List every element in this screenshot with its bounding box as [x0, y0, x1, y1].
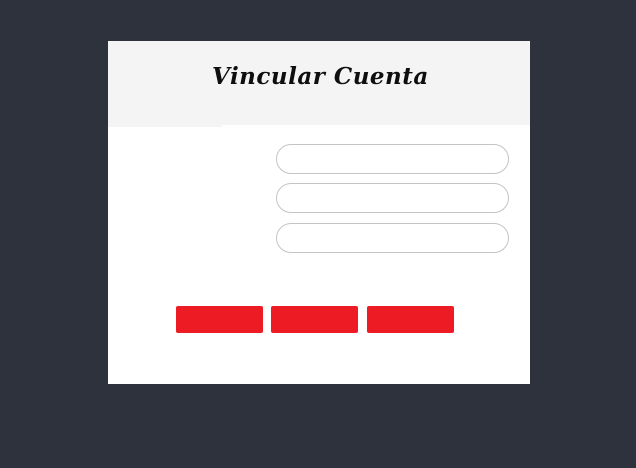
action-button-3[interactable]	[367, 306, 454, 333]
dialog-title: Vincular Cuenta	[212, 63, 429, 90]
account-field-2[interactable]	[276, 183, 509, 213]
action-button-1[interactable]	[176, 306, 263, 333]
dialog-header: Vincular Cuenta	[108, 41, 530, 125]
link-account-dialog: Vincular Cuenta	[108, 41, 530, 384]
account-field-1[interactable]	[276, 144, 509, 174]
header-divider	[108, 125, 222, 127]
account-field-3[interactable]	[276, 223, 509, 253]
action-button-2[interactable]	[271, 306, 358, 333]
